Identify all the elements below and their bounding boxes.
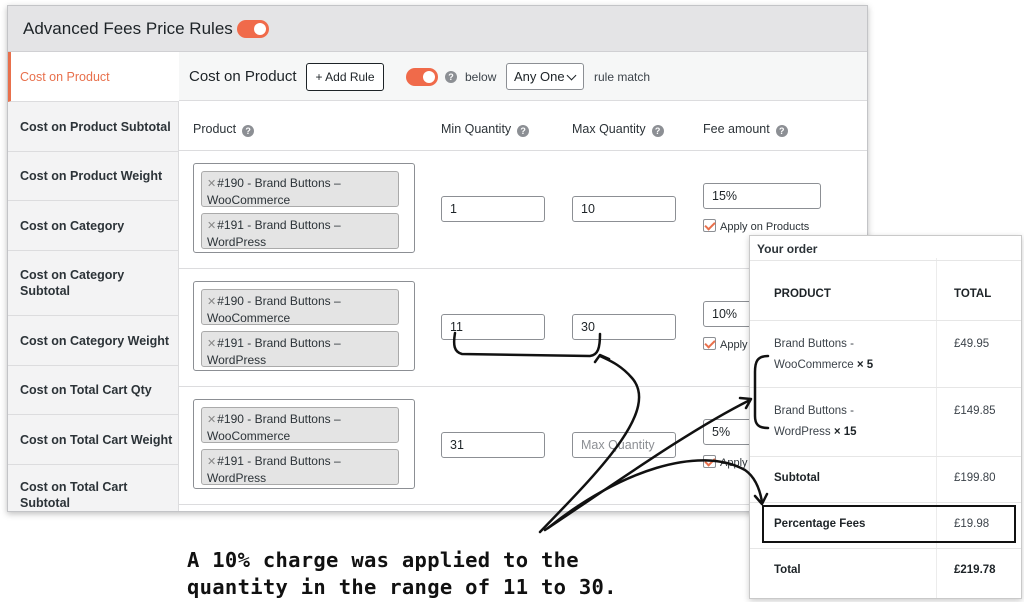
max-quantity-input[interactable]: Max Quantity: [572, 432, 676, 458]
help-icon[interactable]: ?: [517, 125, 530, 137]
checkbox-checked-icon: [703, 455, 716, 468]
rule-match-label: rule match: [594, 70, 651, 84]
add-rule-button[interactable]: + Add Rule: [306, 63, 384, 91]
order-item-total: £49.95: [954, 338, 990, 350]
page-title: Advanced Fees Price Rules: [23, 19, 233, 38]
subtotal-value: £199.80: [954, 472, 996, 484]
sidebar-item-cost-on-category-subtotal[interactable]: Cost on Category Subtotal: [8, 251, 179, 316]
checkbox-checked-icon: [703, 219, 716, 232]
product-multiselect[interactable]: ✕#190 - Brand Buttons – WooCommerce ✕#19…: [193, 281, 415, 371]
product-chip: ✕#190 - Brand Buttons – WooCommerce: [201, 171, 399, 207]
row-divider: [750, 260, 1021, 261]
remove-x-icon[interactable]: ✕: [207, 338, 216, 350]
product-chip: ✕#190 - Brand Buttons – WooCommerce: [201, 407, 399, 443]
rules-toolbar: Cost on Product + Add Rule ? below Any O…: [179, 52, 867, 101]
sidebar-item-cost-on-category-weight[interactable]: Cost on Category Weight: [8, 316, 179, 366]
product-chip: ✕#191 - Brand Buttons – WordPress: [201, 213, 399, 249]
order-summary: Your order PRODUCT TOTAL Brand Buttons -…: [749, 235, 1022, 599]
order-item-name: Brand Buttons - WordPress × 15: [774, 405, 857, 438]
column-header-min-quantity: Min Quantity?: [441, 122, 530, 137]
product-column-header: PRODUCT: [774, 288, 831, 300]
min-quantity-input[interactable]: 31: [441, 432, 545, 458]
remove-x-icon[interactable]: ✕: [207, 220, 216, 232]
column-header-product: Product?: [193, 122, 255, 137]
sidebar-item-cost-on-total-cart-subtotal[interactable]: Cost on Total Cart Subtotal: [8, 465, 179, 511]
sidebar-item-cost-on-product-subtotal[interactable]: Cost on Product Subtotal: [8, 102, 179, 152]
order-item-total: £149.85: [954, 405, 996, 417]
product-multiselect[interactable]: ✕#190 - Brand Buttons – WooCommerce ✕#19…: [193, 163, 415, 253]
help-icon[interactable]: ?: [242, 125, 255, 137]
product-chip: ✕#190 - Brand Buttons – WooCommerce: [201, 289, 399, 325]
apply-on-products-checkbox[interactable]: Apply: [703, 337, 748, 351]
section-enabled-toggle[interactable]: [406, 68, 438, 86]
panel-header: Advanced Fees Price Rules: [8, 6, 867, 52]
subtotal-label: Subtotal: [774, 472, 820, 484]
sidebar-item-cost-on-product[interactable]: Cost on Product: [8, 52, 179, 102]
max-quantity-input[interactable]: 30: [572, 314, 676, 340]
sidebar-item-cost-on-product-weight[interactable]: Cost on Product Weight: [8, 152, 179, 201]
help-icon[interactable]: ?: [445, 71, 457, 83]
chevron-down-icon: [566, 70, 577, 81]
sidebar: Cost on Product Cost on Product Subtotal…: [8, 52, 179, 511]
apply-on-products-checkbox[interactable]: Apply: [703, 455, 748, 469]
sidebar-item-cost-on-total-cart-qty[interactable]: Cost on Total Cart Qty: [8, 366, 179, 415]
sidebar-item-cost-on-total-cart-weight[interactable]: Cost on Total Cart Weight: [8, 415, 179, 465]
order-title: Your order: [757, 242, 818, 256]
section-title: Cost on Product: [189, 68, 297, 85]
rules-enabled-toggle[interactable]: [237, 20, 269, 38]
rule-match-select[interactable]: Any One: [506, 63, 584, 90]
sidebar-item-cost-on-category[interactable]: Cost on Category: [8, 201, 179, 251]
product-multiselect[interactable]: ✕#190 - Brand Buttons – WooCommerce ✕#19…: [193, 399, 415, 489]
annotation-caption: A 10% charge was applied to the quantity…: [187, 548, 617, 599]
column-divider: [936, 258, 937, 598]
row-divider: [750, 548, 1021, 549]
row-divider: [750, 320, 1021, 321]
total-value: £219.78: [954, 564, 996, 576]
column-header-fee-amount: Fee amount?: [703, 122, 788, 137]
below-label: below: [465, 70, 497, 84]
column-header-max-quantity: Max Quantity?: [572, 122, 664, 137]
product-chip: ✕#191 - Brand Buttons – WordPress: [201, 331, 399, 367]
remove-x-icon[interactable]: ✕: [207, 296, 216, 308]
row-divider: [750, 456, 1021, 457]
remove-x-icon[interactable]: ✕: [207, 456, 216, 468]
max-quantity-input[interactable]: 10: [572, 196, 676, 222]
checkbox-checked-icon: [703, 337, 716, 350]
help-icon[interactable]: ?: [775, 125, 788, 137]
help-icon[interactable]: ?: [651, 125, 664, 137]
apply-on-products-checkbox[interactable]: Apply on Products: [703, 219, 809, 233]
min-quantity-input[interactable]: 11: [441, 314, 545, 340]
product-chip: ✕#191 - Brand Buttons – WordPress: [201, 449, 399, 485]
fees-highlight-box: [762, 505, 1016, 543]
min-quantity-input[interactable]: 1: [441, 196, 545, 222]
fees-rules-panel: Advanced Fees Price Rules Cost on Produc…: [7, 5, 868, 512]
row-divider: [750, 502, 1021, 503]
row-divider: [750, 387, 1021, 388]
order-item-name: Brand Buttons - WooCommerce × 5: [774, 338, 874, 371]
total-label: Total: [774, 564, 801, 576]
total-column-header: TOTAL: [954, 288, 992, 300]
fee-amount-input[interactable]: 15%: [703, 183, 821, 209]
remove-x-icon[interactable]: ✕: [207, 414, 216, 426]
remove-x-icon[interactable]: ✕: [207, 178, 216, 190]
